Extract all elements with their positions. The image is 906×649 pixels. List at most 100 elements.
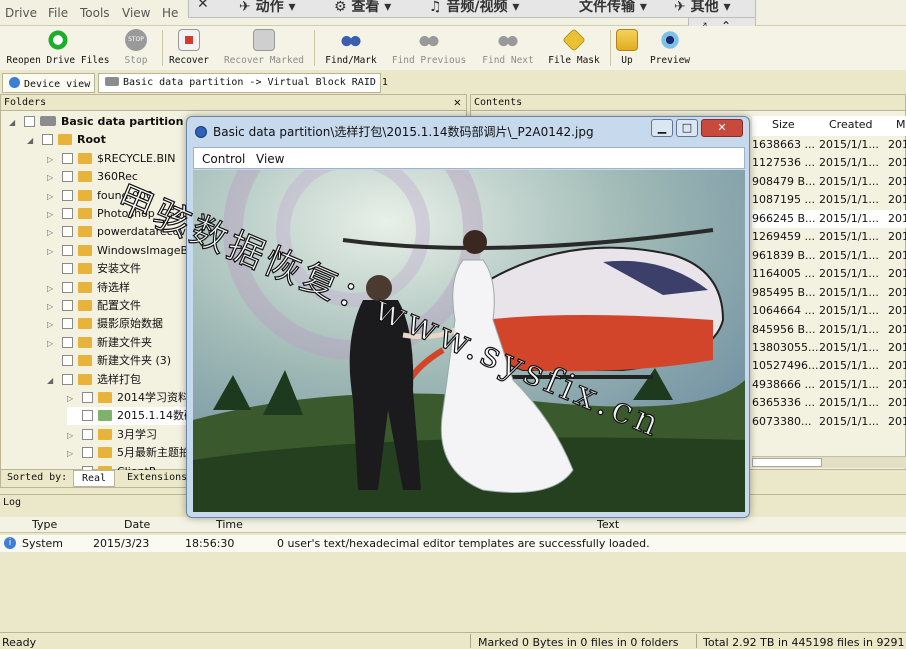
table-row[interactable]: 908479 B... 2015/1/1... 201 xyxy=(752,173,906,191)
folder-checkbox[interactable] xyxy=(62,373,73,385)
maximize-button[interactable]: □ xyxy=(676,119,698,137)
folder-checkbox[interactable] xyxy=(62,244,73,256)
expand-toggle-icon[interactable]: ▷ xyxy=(67,427,77,445)
table-row[interactable]: 1127536 ... 2015/1/1... 201 xyxy=(752,154,906,172)
expand-toggle-icon[interactable]: ▷ xyxy=(47,224,57,242)
sort-extensions-tab[interactable]: Extensions xyxy=(127,472,187,483)
menu-drive[interactable]: Drive xyxy=(5,6,37,20)
table-row[interactable]: 845956 B... 2015/1/1... 201 xyxy=(752,321,906,339)
folder-tree-item[interactable]: 2015.1.14数码 xyxy=(67,407,199,426)
menu-help[interactable]: He xyxy=(162,6,178,20)
column-modified[interactable]: M xyxy=(896,118,906,131)
expand-toggle-icon[interactable]: ▷ xyxy=(47,151,57,169)
table-row[interactable]: 961839 B... 2015/1/1... 201 xyxy=(752,247,906,265)
sort-real-tab[interactable]: Real xyxy=(73,470,115,487)
expand-toggle-icon[interactable]: ▷ xyxy=(47,206,57,224)
table-row[interactable]: 1164005 ... 2015/1/1... 201 xyxy=(752,265,906,283)
tab-partition[interactable]: Basic data partition -> Virtual Block RA… xyxy=(98,73,388,93)
table-row[interactable]: 6073380... 2015/1/1... 201 xyxy=(752,413,906,431)
folder-tree-item[interactable]: ▷ 2014学习资料 xyxy=(67,389,189,407)
folder-checkbox[interactable] xyxy=(62,263,73,275)
close-icon[interactable]: ✕ xyxy=(197,0,209,12)
folder-tree-item[interactable]: ▷ 新建文件夹 xyxy=(47,334,152,352)
folder-checkbox[interactable] xyxy=(62,171,73,183)
reopen-button[interactable]: Reopen Drive Files xyxy=(6,29,110,66)
folder-checkbox[interactable] xyxy=(42,134,53,146)
folder-tree-item[interactable]: 新建文件夹 (3) xyxy=(47,352,171,370)
folder-tree-item[interactable]: ▷ 5月最新主题拍 xyxy=(67,444,190,462)
close-button[interactable]: ✕ xyxy=(701,119,743,137)
transfer-menu[interactable]: 文件传输 ▾ xyxy=(579,0,647,16)
recover-button[interactable]: Recover xyxy=(166,29,212,66)
expand-toggle-icon[interactable]: ◢ xyxy=(9,114,19,132)
tab-device-view[interactable]: Device view xyxy=(2,73,95,93)
file-mask-button[interactable]: File Mask xyxy=(546,28,602,66)
table-row[interactable]: 10527496... 2015/1/1... 201 xyxy=(752,357,906,375)
find-mark-button[interactable]: Find/Mark xyxy=(322,29,380,66)
up-button[interactable]: Up xyxy=(614,29,640,66)
expand-toggle-icon[interactable]: ▷ xyxy=(67,445,77,463)
log-col-text[interactable]: Text xyxy=(597,518,619,531)
menu-control[interactable]: Control xyxy=(202,152,245,166)
folder-checkbox[interactable] xyxy=(62,336,73,348)
action-menu[interactable]: ✈ 动作 ▾ xyxy=(239,0,296,16)
table-row[interactable]: 4938666 ... 2015/1/1... 201 xyxy=(752,376,906,394)
menu-tools[interactable]: Tools xyxy=(80,6,110,20)
folder-tree-item[interactable]: ▷ $RECYCLE.BIN xyxy=(47,150,175,168)
recover-marked-button[interactable]: Recover Marked xyxy=(222,29,306,66)
column-created[interactable]: Created xyxy=(829,118,873,131)
table-row[interactable]: 1269459 ... 2015/1/1... 201 xyxy=(752,228,906,246)
folder-tree-item[interactable]: ◢ 选样打包 xyxy=(47,371,141,389)
folder-checkbox[interactable] xyxy=(62,152,73,164)
table-row[interactable]: 1087195 ... 2015/1/1... 201 xyxy=(752,191,906,209)
folder-checkbox[interactable] xyxy=(82,428,93,440)
expand-toggle-icon[interactable]: ▷ xyxy=(47,280,57,298)
expand-toggle-icon[interactable]: ▷ xyxy=(47,188,57,206)
minimize-button[interactable]: ▁ xyxy=(651,119,673,137)
folder-checkbox[interactable] xyxy=(62,281,73,293)
expand-toggle-icon[interactable]: ▷ xyxy=(67,390,77,408)
expand-toggle-icon[interactable]: ▷ xyxy=(47,243,57,261)
table-row[interactable]: 1638663 ... 2015/1/1... 201 xyxy=(752,136,906,154)
column-size[interactable]: Size xyxy=(772,118,795,131)
folder-checkbox[interactable] xyxy=(82,447,93,459)
expand-toggle-icon[interactable]: ◢ xyxy=(27,132,37,150)
preview-button[interactable]: Preview xyxy=(648,29,692,66)
menu-view[interactable]: View xyxy=(122,6,150,20)
log-row[interactable]: i System 2015/3/23 18:56:30 0 user's tex… xyxy=(0,535,906,552)
log-col-date[interactable]: Date xyxy=(124,518,150,531)
table-row[interactable]: 6365336 ... 2015/1/1... 201 xyxy=(752,394,906,412)
folder-tree-item[interactable]: ▷ 配置文件 xyxy=(47,297,141,315)
folder-tree-item[interactable]: ▷ 3月学习 xyxy=(67,426,157,444)
expand-toggle-icon[interactable]: ◢ xyxy=(47,372,57,390)
folder-checkbox[interactable] xyxy=(62,226,73,238)
folder-tree-item[interactable]: ◢ Basic data partition xyxy=(9,113,183,131)
expand-toggle-icon[interactable]: ▷ xyxy=(47,169,57,187)
folder-checkbox[interactable] xyxy=(62,318,73,330)
folder-tree-item[interactable]: ▷ 摄影原始数据 xyxy=(47,315,163,333)
folder-checkbox[interactable] xyxy=(62,355,73,367)
close-icon[interactable]: ✕ xyxy=(454,95,461,110)
table-row[interactable]: 1064664 ... 2015/1/1... 201 xyxy=(752,302,906,320)
find-previous-button[interactable]: Find Previous xyxy=(390,29,468,66)
find-next-button[interactable]: Find Next xyxy=(478,29,538,66)
table-row[interactable]: 966245 B... 2015/1/1... 201 xyxy=(752,209,906,228)
folder-checkbox[interactable] xyxy=(82,410,93,422)
folder-checkbox[interactable] xyxy=(24,116,35,127)
expand-toggle-icon[interactable]: ▷ xyxy=(47,316,57,334)
folder-checkbox[interactable] xyxy=(62,208,73,219)
menu-file[interactable]: File xyxy=(48,6,68,20)
stop-button[interactable]: STOP Stop xyxy=(118,29,154,66)
folder-tree-item[interactable]: ▷ 待选样 xyxy=(47,279,130,297)
menu-view[interactable]: View xyxy=(256,152,284,166)
folder-checkbox[interactable] xyxy=(62,189,73,201)
log-col-type[interactable]: Type xyxy=(32,518,57,531)
folder-checkbox[interactable] xyxy=(82,392,93,403)
folder-checkbox[interactable] xyxy=(62,300,73,311)
table-row[interactable]: 13803055... 2015/1/1... 201 xyxy=(752,339,906,357)
view-menu[interactable]: ⚙ 查看 ▾ xyxy=(334,0,391,16)
table-row[interactable]: 985495 B... 2015/1/1... 201 xyxy=(752,284,906,302)
folder-tree-item[interactable]: 安装文件 xyxy=(47,260,141,278)
expand-toggle-icon[interactable]: ▷ xyxy=(47,298,57,316)
folder-tree-item[interactable]: ▷ WindowsImageB xyxy=(47,242,188,260)
